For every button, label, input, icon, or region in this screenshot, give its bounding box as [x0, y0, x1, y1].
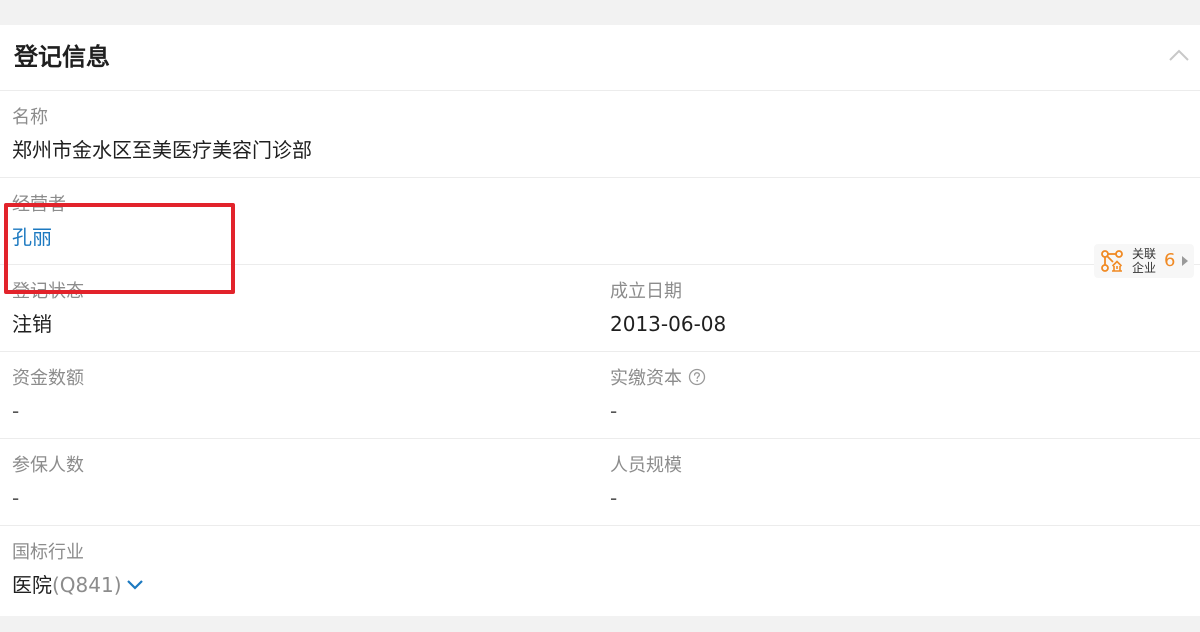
related-label-line1: 关联: [1131, 247, 1156, 261]
name-value: 郑州市金水区至美医疗美容门诊部: [12, 138, 312, 162]
field-staff-size: 人员规模 -: [610, 454, 682, 512]
field-capital: 资金数额 -: [12, 367, 84, 425]
chevron-up-icon[interactable]: [1168, 47, 1190, 65]
name-label: 名称: [12, 107, 48, 128]
paid-capital-value: -: [610, 399, 618, 423]
established-label: 成立日期: [610, 281, 682, 302]
question-circle-icon[interactable]: [688, 368, 706, 386]
insured-value: -: [12, 486, 20, 510]
capital-label: 资金数额: [12, 368, 84, 389]
capital-value: -: [12, 399, 20, 423]
industry-value: 医院: [12, 573, 52, 597]
field-paid-capital: 实缴资本 -: [610, 367, 706, 425]
caret-right-icon: [1182, 256, 1188, 266]
card-header: 登记信息: [0, 25, 1200, 91]
field-established: 成立日期 2013-06-08: [610, 280, 726, 338]
industry-code: (Q841): [52, 573, 122, 597]
related-label: 关联 企业: [1130, 247, 1158, 275]
status-label: 登记状态: [12, 281, 84, 302]
related-companies-button[interactable]: 关联 企业 6: [1094, 244, 1194, 278]
field-operator: 经营者 孔丽: [12, 193, 66, 251]
related-label-line2: 企业: [1131, 261, 1156, 275]
field-name: 名称 郑州市金水区至美医疗美容门诊部: [12, 106, 312, 164]
staff-size-label: 人员规模: [610, 455, 682, 476]
related-count: 6: [1164, 250, 1176, 271]
operator-link[interactable]: 孔丽: [12, 223, 66, 251]
row-insured: 参保人数 - 人员规模 -: [0, 439, 1200, 526]
field-status: 登记状态 注销: [12, 280, 84, 338]
industry-value-row: 医院(Q841): [12, 571, 144, 599]
relation-graph-icon: [1101, 250, 1123, 272]
chevron-down-icon[interactable]: [126, 578, 144, 590]
staff-size-value: -: [610, 486, 618, 510]
row-operator: 经营者 孔丽: [0, 178, 1200, 265]
paid-capital-label: 实缴资本: [610, 368, 682, 389]
row-status: 登记状态 注销 成立日期 2013-06-08: [0, 265, 1200, 352]
field-industry: 国标行业 医院(Q841): [12, 541, 144, 599]
row-name: 名称 郑州市金水区至美医疗美容门诊部: [0, 91, 1200, 178]
established-value: 2013-06-08: [610, 312, 727, 336]
row-industry: 国标行业 医院(Q841): [0, 526, 1200, 616]
paid-capital-label-row: 实缴资本: [610, 367, 706, 391]
industry-label: 国标行业: [12, 542, 84, 563]
field-insured: 参保人数 -: [12, 454, 84, 512]
insured-label: 参保人数: [12, 455, 84, 476]
section-title: 登记信息: [14, 43, 110, 71]
registration-info-card: 登记信息 名称 郑州市金水区至美医疗美容门诊部 经营者 孔丽 登记状态 注销 成…: [0, 25, 1200, 616]
operator-label: 经营者: [12, 194, 66, 215]
row-capital: 资金数额 - 实缴资本 -: [0, 352, 1200, 439]
status-value: 注销: [12, 312, 52, 336]
